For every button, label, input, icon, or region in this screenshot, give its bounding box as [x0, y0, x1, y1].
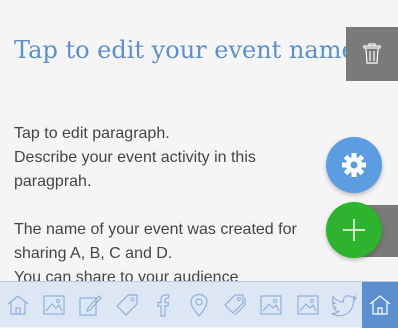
toolbar-twitter[interactable] — [326, 282, 362, 328]
toolbar-facebook[interactable] — [145, 282, 181, 328]
paragraph-line: The name of your event was created for — [14, 221, 297, 238]
paragraph-line: Describe your event activity in this — [14, 149, 256, 166]
tag-icon — [115, 293, 138, 316]
add-button[interactable] — [326, 202, 382, 258]
paragraph-line: sharing A, B, C and D. — [14, 245, 173, 262]
toolbar-gallery[interactable] — [253, 282, 289, 328]
toolbar-edit[interactable] — [72, 282, 108, 328]
paragraph-line: paragprah. — [14, 173, 92, 190]
paragraph-line: Tap to edit paragraph. — [14, 125, 170, 142]
tags-icon — [224, 293, 246, 315]
event-paragraph[interactable]: Tap to edit paragraph. Describe your eve… — [14, 122, 324, 282]
image-icon — [43, 294, 65, 315]
delete-button[interactable] — [346, 27, 398, 81]
toolbar-tag[interactable] — [109, 282, 145, 328]
bottom-toolbar — [0, 281, 398, 328]
gear-icon — [342, 153, 366, 177]
image-icon — [260, 294, 283, 315]
edit-icon — [79, 294, 103, 316]
trash-icon — [363, 43, 381, 64]
home-icon — [7, 294, 29, 315]
event-title[interactable]: Tap to edit your event name — [14, 34, 356, 66]
toolbar-image[interactable] — [36, 282, 72, 328]
toolbar-photo[interactable] — [290, 282, 326, 328]
home-icon — [369, 295, 391, 315]
image-icon — [296, 294, 319, 315]
facebook-icon — [157, 293, 170, 317]
toolbar-home[interactable] — [0, 282, 36, 328]
plus-icon — [343, 219, 365, 241]
toolbar-tags[interactable] — [217, 282, 253, 328]
paragraph-line: You can share to your audience — [14, 269, 239, 282]
toolbar-home-active[interactable] — [362, 282, 398, 328]
twitter-icon — [330, 294, 357, 316]
toolbar-location[interactable] — [181, 282, 217, 328]
location-pin-icon — [190, 293, 208, 317]
settings-button[interactable] — [326, 137, 382, 193]
